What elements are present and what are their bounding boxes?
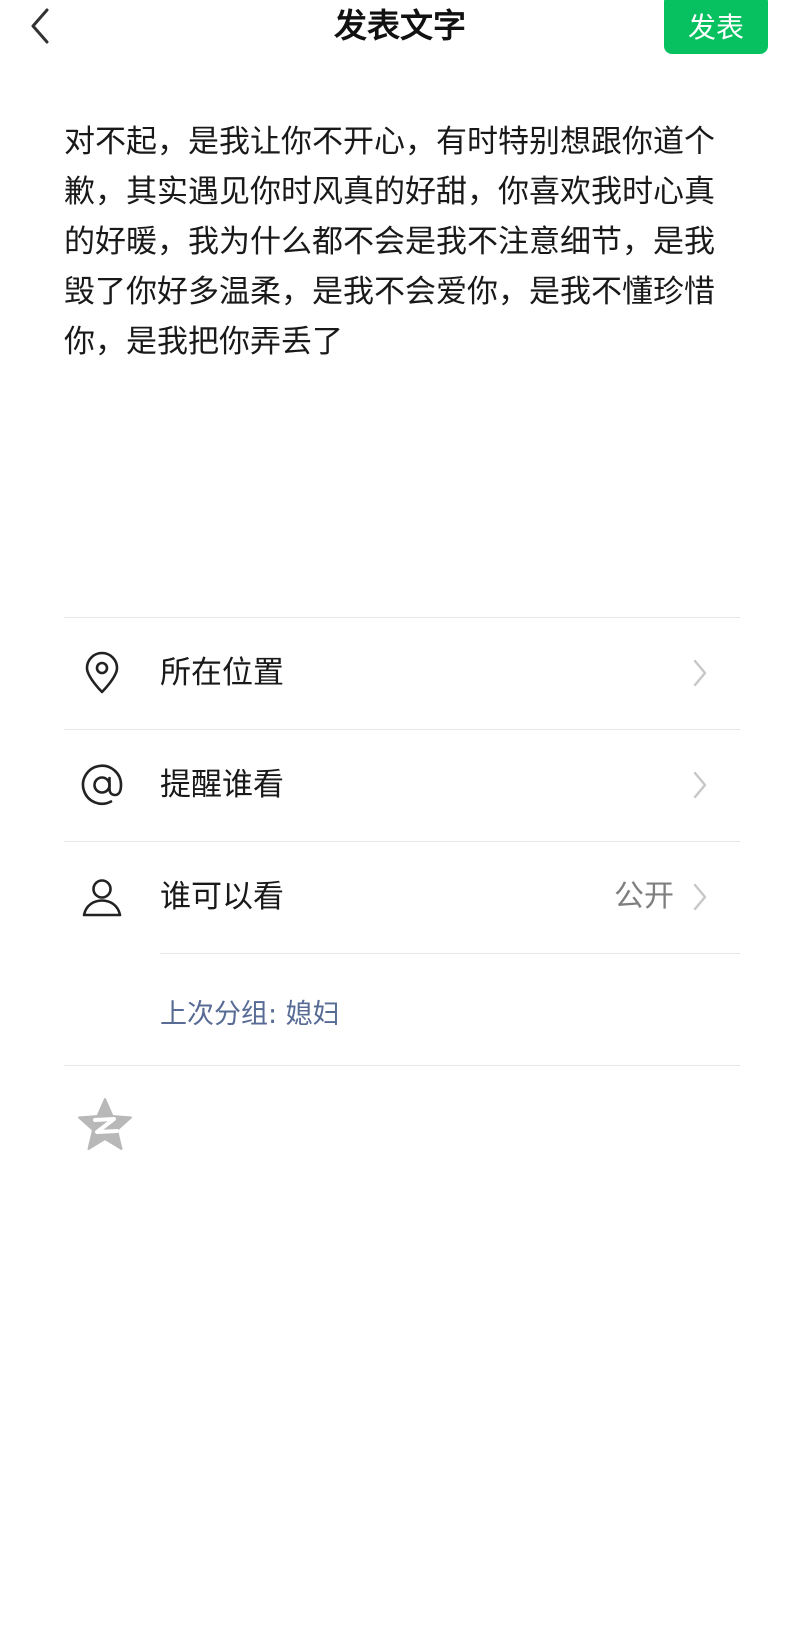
visibility-value: 公开: [614, 879, 674, 914]
mention-row[interactable]: 提醒谁看: [64, 730, 740, 840]
visibility-row[interactable]: 谁可以看 公开: [64, 842, 740, 952]
chevron-right-icon: [693, 883, 707, 911]
chevron-right-icon: [693, 771, 707, 799]
at-sign-icon: [80, 763, 124, 807]
top-bar: 发表文字 发表: [0, 0, 800, 56]
location-row[interactable]: 所在位置: [64, 618, 740, 728]
location-label: 所在位置: [160, 655, 284, 691]
chevron-right-icon: [693, 659, 707, 687]
divider: [160, 953, 740, 954]
mention-label: 提醒谁看: [160, 767, 284, 803]
divider: [64, 1065, 740, 1066]
location-pin-icon: [80, 651, 124, 695]
post-text-input[interactable]: 对不起，是我让你不开心，有时特别想跟你道个歉，其实遇见你时风真的好甜，你喜欢我时…: [64, 117, 734, 367]
visibility-label: 谁可以看: [160, 879, 284, 915]
publish-button[interactable]: 发表: [664, 0, 768, 54]
person-icon: [80, 875, 124, 919]
qzone-star-icon[interactable]: [76, 1097, 134, 1153]
last-group-link[interactable]: 上次分组: 媳妇: [160, 985, 340, 1045]
